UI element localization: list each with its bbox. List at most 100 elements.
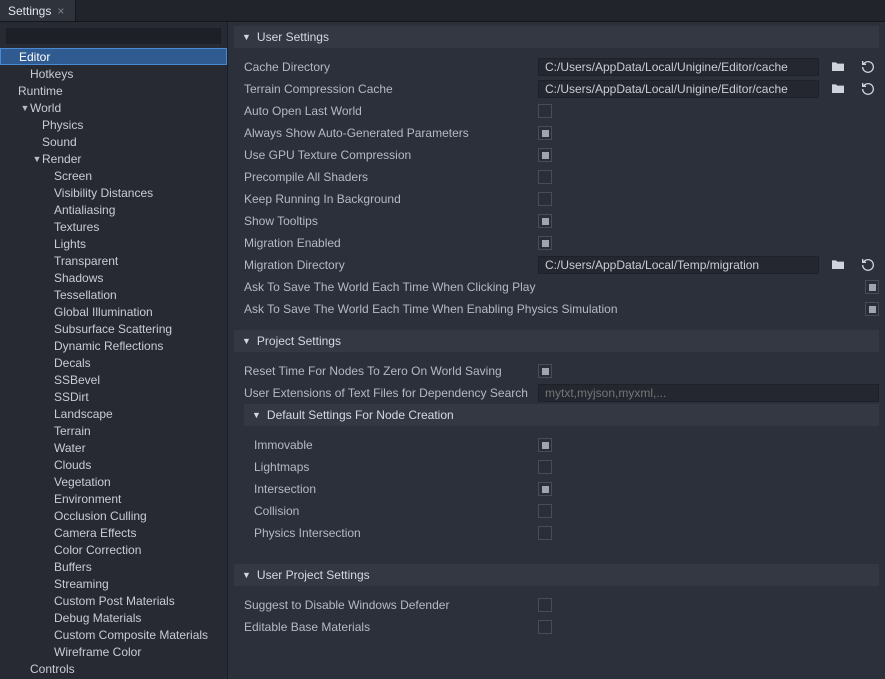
tree-item-label: Terrain [54, 424, 91, 438]
tree-item-camera-effects[interactable]: Camera Effects [0, 524, 227, 541]
close-icon[interactable]: × [57, 4, 67, 18]
tree-item-label: Render [42, 152, 81, 166]
tree-item-transparent[interactable]: Transparent [0, 252, 227, 269]
terrain-cache-input[interactable] [538, 80, 819, 98]
ask-save-play-checkbox[interactable] [865, 280, 879, 294]
tree-item-label: Decals [54, 356, 91, 370]
use-gpu-label: Use GPU Texture Compression [234, 148, 530, 162]
cache-directory-input[interactable] [538, 58, 819, 76]
tree-item-render[interactable]: ▼Render [0, 150, 227, 167]
always-show-checkbox[interactable] [538, 126, 552, 140]
tree-item-runtime[interactable]: Runtime [0, 82, 227, 99]
section-project-settings[interactable]: ▼ Project Settings [234, 330, 879, 352]
ask-save-physics-checkbox[interactable] [865, 302, 879, 316]
tree-item-lights[interactable]: Lights [0, 235, 227, 252]
tree-item-label: Vegetation [54, 475, 111, 489]
keep-running-checkbox[interactable] [538, 192, 552, 206]
chevron-down-icon: ▼ [252, 410, 261, 420]
tree-item-label: Water [54, 441, 86, 455]
folder-icon[interactable] [827, 58, 849, 76]
tree-item-vegetation[interactable]: Vegetation [0, 473, 227, 490]
immovable-checkbox[interactable] [538, 438, 552, 452]
tree-item-decals[interactable]: Decals [0, 354, 227, 371]
tree-item-label: Runtime [18, 84, 63, 98]
tree-item-custom-composite-materials[interactable]: Custom Composite Materials [0, 626, 227, 643]
tree-item-streaming[interactable]: Streaming [0, 575, 227, 592]
user-ext-input[interactable] [538, 384, 879, 402]
intersection-checkbox[interactable] [538, 482, 552, 496]
reset-icon[interactable] [857, 80, 879, 98]
tree-item-water[interactable]: Water [0, 439, 227, 456]
section-title: User Project Settings [257, 568, 370, 582]
tree-item-visibility-distances[interactable]: Visibility Distances [0, 184, 227, 201]
tree-item-wireframe-color[interactable]: Wireframe Color [0, 643, 227, 660]
tree-item-occlusion-culling[interactable]: Occlusion Culling [0, 507, 227, 524]
tree-item-global-illumination[interactable]: Global Illumination [0, 303, 227, 320]
tree-item-clouds[interactable]: Clouds [0, 456, 227, 473]
reset-time-label: Reset Time For Nodes To Zero On World Sa… [234, 364, 530, 378]
tree-item-label: Streaming [54, 577, 109, 591]
tree-item-textures[interactable]: Textures [0, 218, 227, 235]
tree-item-label: Global Illumination [54, 305, 153, 319]
section-user-settings[interactable]: ▼ User Settings [234, 26, 879, 48]
tab-settings[interactable]: Settings × [0, 0, 76, 21]
migration-enabled-checkbox[interactable] [538, 236, 552, 250]
tree-item-physics[interactable]: Physics [0, 116, 227, 133]
tree-item-custom-post-materials[interactable]: Custom Post Materials [0, 592, 227, 609]
tree-item-debug-materials[interactable]: Debug Materials [0, 609, 227, 626]
editable-base-checkbox[interactable] [538, 620, 552, 634]
folder-icon[interactable] [827, 256, 849, 274]
tree-item-dynamic-reflections[interactable]: Dynamic Reflections [0, 337, 227, 354]
tree-item-screen[interactable]: Screen [0, 167, 227, 184]
tree-item-label: Lights [54, 237, 86, 251]
folder-icon[interactable] [827, 80, 849, 98]
tree-item-ssbevel[interactable]: SSBevel [0, 371, 227, 388]
tree-item-label: Dynamic Reflections [54, 339, 163, 353]
reset-icon[interactable] [857, 256, 879, 274]
tree-item-label: Transparent [54, 254, 118, 268]
tree-item-landscape[interactable]: Landscape [0, 405, 227, 422]
tree-filter-input[interactable] [6, 28, 221, 44]
tree-item-ssdirt[interactable]: SSDirt [0, 388, 227, 405]
tree-item-hotkeys[interactable]: Hotkeys [0, 65, 227, 82]
ask-save-physics-label: Ask To Save The World Each Time When Ena… [234, 302, 857, 316]
settings-content: ▼ User Settings Cache Directory Terrain … [228, 22, 885, 679]
tree-item-sound[interactable]: Sound [0, 133, 227, 150]
terrain-cache-label: Terrain Compression Cache [234, 82, 530, 96]
section-user-project-settings[interactable]: ▼ User Project Settings [234, 564, 879, 586]
chevron-down-icon[interactable]: ▼ [20, 103, 30, 113]
section-title: User Settings [257, 30, 329, 44]
physics-intersection-label: Physics Intersection [234, 526, 530, 540]
tree-item-subsurface-scattering[interactable]: Subsurface Scattering [0, 320, 227, 337]
tree-item-color-correction[interactable]: Color Correction [0, 541, 227, 558]
tree-item-terrain[interactable]: Terrain [0, 422, 227, 439]
keep-running-label: Keep Running In Background [234, 192, 530, 206]
tree-item-world[interactable]: ▼World [0, 99, 227, 116]
chevron-down-icon: ▼ [242, 570, 251, 580]
tree-item-shadows[interactable]: Shadows [0, 269, 227, 286]
precompile-label: Precompile All Shaders [234, 170, 530, 184]
suggest-defender-checkbox[interactable] [538, 598, 552, 612]
tree-item-buffers[interactable]: Buffers [0, 558, 227, 575]
tree-item-label: Color Correction [54, 543, 141, 557]
tree-item-label: Sound [42, 135, 77, 149]
physics-intersection-checkbox[interactable] [538, 526, 552, 540]
migration-dir-input[interactable] [538, 256, 819, 274]
precompile-checkbox[interactable] [538, 170, 552, 184]
tree-item-controls[interactable]: Controls [0, 660, 227, 677]
collision-checkbox[interactable] [538, 504, 552, 518]
show-tooltips-checkbox[interactable] [538, 214, 552, 228]
tree-item-antialiasing[interactable]: Antialiasing [0, 201, 227, 218]
chevron-down-icon[interactable]: ▼ [32, 154, 42, 164]
lightmaps-checkbox[interactable] [538, 460, 552, 474]
tree-item-environment[interactable]: Environment [0, 490, 227, 507]
reset-icon[interactable] [857, 58, 879, 76]
tree-item-tessellation[interactable]: Tessellation [0, 286, 227, 303]
reset-time-checkbox[interactable] [538, 364, 552, 378]
section-default-node-creation[interactable]: ▼ Default Settings For Node Creation [244, 404, 879, 426]
auto-open-checkbox[interactable] [538, 104, 552, 118]
use-gpu-checkbox[interactable] [538, 148, 552, 162]
tree-item-label: Textures [54, 220, 99, 234]
tree-item-label: Antialiasing [54, 203, 115, 217]
tree-item-editor[interactable]: Editor [0, 48, 227, 65]
